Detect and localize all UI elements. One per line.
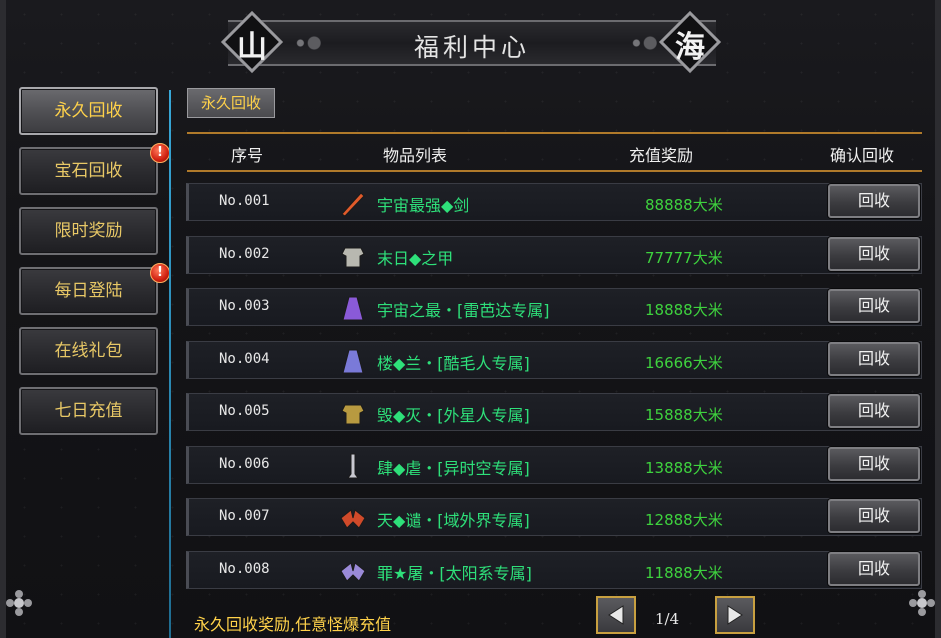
item-reward: 18888大米	[645, 301, 723, 319]
recycle-button[interactable]: 回收	[828, 289, 920, 323]
item-reward: 16666大米	[645, 353, 723, 372]
sidebar-item-label: 七日充值	[54, 401, 123, 421]
item-number: No.002	[219, 245, 270, 262]
item-reward: 12888大米	[645, 511, 723, 529]
right-emblem-glyph: 海	[675, 30, 705, 65]
recycle-button[interactable]: 回收	[828, 446, 920, 481]
sword-icon	[341, 192, 365, 217]
table-header: 序号 物品列表 充值奖励 确认回收	[187, 140, 922, 168]
next-page-button[interactable]	[715, 596, 755, 634]
item-name: 楼◆兰・[酷毛人专属]	[377, 353, 530, 373]
sidebar-divider	[169, 90, 171, 638]
sidebar-item-online-gift[interactable]: 在线礼包	[19, 327, 158, 375]
column-header-items: 物品列表	[383, 146, 448, 165]
right-emblem: 海	[658, 10, 722, 74]
left-emblem-glyph: 山	[237, 30, 267, 65]
item-name: 罪★屠・[太阳系专属]	[377, 563, 532, 583]
alert-badge-icon: !	[150, 143, 170, 163]
flower-decoration-icon	[909, 590, 935, 616]
left-emblem: 山	[220, 10, 284, 74]
recycle-button[interactable]: 回收	[828, 341, 920, 376]
sidebar-item-seven-day-recharge[interactable]: 七日充值	[19, 387, 158, 435]
recycle-button[interactable]: 回收	[828, 236, 920, 271]
item-number: No.006	[219, 455, 270, 472]
recycle-button[interactable]: 回收	[828, 394, 920, 428]
item-reward: 15888大米	[645, 406, 723, 424]
item-reward: 11888大米	[645, 563, 723, 582]
item-reward: 88888大米	[645, 196, 723, 214]
sidebar-item-permanent-recycle[interactable]: 永久回收	[19, 87, 158, 135]
item-number: No.003	[219, 298, 270, 314]
sidebar-item-limited-reward[interactable]: 限时奖励	[19, 207, 158, 255]
item-name: 肆◆虐・[异时空专属]	[377, 458, 530, 478]
item-number: No.005	[219, 403, 270, 419]
swirl-decoration-icon	[282, 28, 328, 58]
item-number: No.007	[219, 508, 270, 524]
item-number: No.008	[219, 560, 270, 577]
armor-icon	[341, 404, 365, 425]
sidebar-item-label: 宝石回收	[54, 161, 123, 181]
table-row: No.005 毁◆灭・[外星人专属] 15888大米 回收	[186, 393, 922, 431]
sidebar-item-label: 永久回收	[54, 101, 123, 121]
item-name: 末日◆之甲	[377, 248, 454, 268]
table-row: No.001 宇宙最强◆剑 88888大米 回收	[186, 183, 922, 221]
arrow-right-icon	[727, 605, 743, 625]
item-name: 宇宙最强◆剑	[377, 196, 470, 215]
blade-icon	[347, 453, 359, 478]
item-number: No.001	[219, 193, 270, 209]
wing-icon	[340, 509, 366, 529]
recycle-button[interactable]: 回收	[828, 551, 920, 586]
item-name: 宇宙之最・[雷芭达专属]	[377, 301, 550, 320]
footer-note: 永久回收奖励,任意怪爆充值	[194, 615, 392, 634]
item-reward: 77777大米	[645, 248, 723, 267]
table-row: No.003 宇宙之最・[雷芭达专属] 18888大米 回收	[186, 288, 922, 326]
item-reward: 13888大米	[645, 458, 723, 477]
table-row: No.007 天◆谴・[域外界专属] 12888大米 回收	[186, 498, 922, 536]
table-row: No.004 楼◆兰・[酷毛人专属] 16666大米 回收	[186, 340, 922, 379]
item-name: 毁◆灭・[外星人专属]	[377, 406, 530, 425]
sidebar-item-gem-recycle[interactable]: 宝石回收 !	[19, 143, 170, 195]
sidebar-item-label: 每日登陆	[54, 281, 123, 301]
table-row: No.008 罪★屠・[太阳系专属] 11888大米 回收	[186, 550, 922, 589]
sidebar-item-label: 在线礼包	[54, 341, 123, 361]
table-row: No.002 末日◆之甲 77777大米 回收	[186, 235, 922, 274]
column-header-no: 序号	[231, 146, 264, 165]
column-header-reward: 充值奖励	[629, 146, 694, 165]
arrow-left-icon	[608, 605, 624, 625]
armor-icon	[341, 247, 365, 267]
item-name: 天◆谴・[域外界专属]	[377, 511, 530, 530]
header-top-line	[187, 132, 922, 134]
flower-decoration-icon	[6, 590, 32, 616]
recycle-button[interactable]: 回收	[828, 499, 920, 533]
header-bottom-line	[187, 170, 922, 172]
wing-icon	[340, 561, 366, 582]
sidebar-item-daily-login[interactable]: 每日登陆 !	[19, 263, 170, 315]
robe-icon	[342, 296, 364, 321]
page-indicator: 1/4	[655, 610, 680, 628]
prev-page-button[interactable]	[596, 596, 636, 634]
recycle-button[interactable]: 回收	[828, 184, 920, 218]
alert-badge-icon: !	[150, 263, 170, 283]
column-header-confirm: 确认回收	[830, 146, 895, 165]
item-number: No.004	[219, 350, 270, 367]
robe-icon	[342, 349, 364, 373]
sidebar-item-label: 限时奖励	[54, 221, 123, 241]
tab-permanent-recycle[interactable]: 永久回收	[187, 88, 275, 118]
table-row: No.006 肆◆虐・[异时空专属] 13888大米 回收	[186, 445, 922, 484]
